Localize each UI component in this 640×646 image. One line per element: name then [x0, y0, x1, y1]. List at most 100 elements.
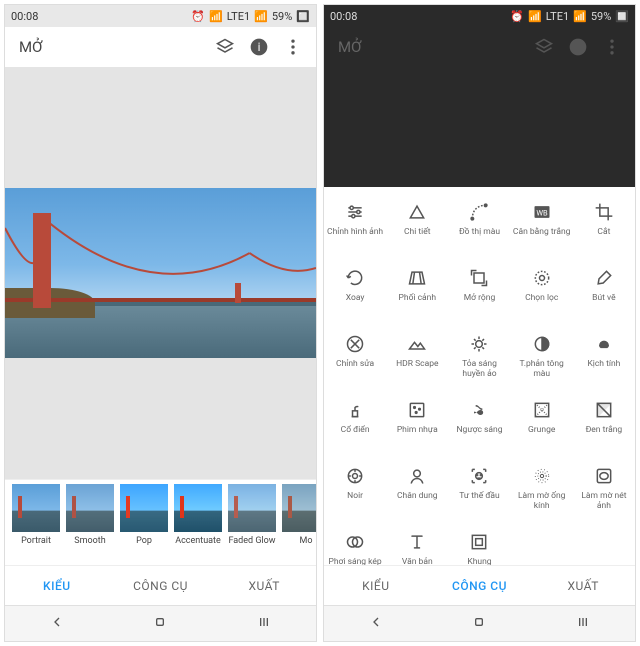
layers-icon[interactable]: [531, 34, 557, 60]
tool-wb[interactable]: WBCân bằng trắng: [511, 197, 573, 259]
filter-strip[interactable]: Portrait Smooth Pop Accentuate Faded Glo…: [5, 479, 316, 565]
tool-label: Chọn lọc: [525, 294, 558, 304]
retrolux-icon: [468, 399, 490, 421]
glow-icon: [468, 333, 490, 355]
tab-styles[interactable]: KIỂU: [5, 566, 109, 605]
nav-home-icon[interactable]: [471, 614, 487, 634]
phone-right-tools: 00:08 ⏰📶 LTE1 📶 59% 🔲 MỞ Chỉnh hình ảnhC…: [323, 4, 636, 642]
statusbar-time: 00:08: [330, 10, 357, 23]
info-icon[interactable]: [565, 34, 591, 60]
tool-heal[interactable]: Chỉnh sửa: [324, 329, 386, 391]
crop-icon: [593, 201, 615, 223]
tool-triangle[interactable]: Chi tiết: [386, 197, 448, 259]
tool-bw[interactable]: Đen trắng: [573, 395, 635, 457]
more-icon[interactable]: [280, 34, 306, 60]
filter-item[interactable]: Portrait: [11, 484, 61, 546]
statusbar: 00:08 ⏰📶 LTE1 📶 59% 🔲: [5, 5, 316, 27]
nav-home-icon[interactable]: [152, 614, 168, 634]
tool-label: Kịch tính: [587, 360, 620, 370]
canvas-area-dimmed[interactable]: [324, 67, 635, 187]
tool-curves[interactable]: Đồ thị màu: [448, 197, 510, 259]
tools-panel: Chỉnh hình ảnhChi tiết Đồ thị màu WBCân bằ…: [324, 187, 635, 565]
tool-tune[interactable]: Chỉnh hình ảnh: [324, 197, 386, 259]
tool-double[interactable]: Phơi sáng kép: [324, 527, 386, 565]
curves-icon: [468, 201, 490, 223]
tool-grunge[interactable]: Grunge: [511, 395, 573, 457]
vintage-icon: [344, 399, 366, 421]
tool-crop[interactable]: Cắt: [573, 197, 635, 259]
tool-retrolux[interactable]: Ngược sáng: [448, 395, 510, 457]
tool-perspective[interactable]: Phối cảnh: [386, 263, 448, 325]
tool-label: Ngược sáng: [456, 426, 502, 436]
tool-brush[interactable]: Bút vẽ: [573, 263, 635, 325]
info-icon[interactable]: i: [246, 34, 272, 60]
tool-label: Phối cảnh: [399, 294, 437, 304]
android-navbar: [324, 605, 635, 641]
frame-icon: [468, 531, 490, 553]
tool-label: T.phản tông màu: [513, 360, 571, 380]
nav-back-icon[interactable]: [49, 614, 65, 634]
tool-label: Cổ điển: [341, 426, 370, 436]
open-button[interactable]: MỞ: [19, 38, 204, 56]
android-navbar: [5, 605, 316, 641]
tab-tools[interactable]: CÔNG CỤ: [109, 566, 213, 605]
canvas-area[interactable]: [5, 67, 316, 479]
tool-label: Tư thế đầu: [459, 492, 500, 502]
filter-label: Accentuate: [175, 536, 221, 546]
grunge-icon: [531, 399, 553, 421]
app-header: MỞ i: [5, 27, 316, 67]
filter-item[interactable]: Faded Glow: [227, 484, 277, 546]
tool-headpose[interactable]: Tư thế đầu: [448, 461, 510, 523]
tool-hdr[interactable]: HDR Scape: [386, 329, 448, 391]
tab-tools[interactable]: CÔNG CỤ: [428, 566, 532, 605]
tab-styles[interactable]: KIỂU: [324, 566, 428, 605]
tool-portrait[interactable]: Chân dung: [386, 461, 448, 523]
grainy-icon: [406, 399, 428, 421]
nav-recents-icon[interactable]: [256, 614, 272, 634]
tool-label: Chỉnh hình ảnh: [327, 228, 383, 238]
filter-label: Pop: [136, 536, 152, 546]
app-header: MỞ: [324, 27, 635, 67]
svg-text:WB: WB: [536, 208, 548, 217]
tool-label: Tỏa sáng huyền ảo: [450, 360, 508, 380]
tool-text[interactable]: Văn bản: [386, 527, 448, 565]
statusbar-right: ⏰📶 LTE1 📶 59% 🔲: [191, 10, 310, 23]
selective-icon: [531, 267, 553, 289]
tool-label: Bút vẽ: [592, 294, 615, 304]
filter-item[interactable]: Accentuate: [173, 484, 223, 546]
tool-label: Văn bản: [402, 558, 433, 565]
tool-label: Làm mờ nét ảnh: [575, 492, 633, 512]
tool-label: Khung: [467, 558, 491, 565]
perspective-icon: [406, 267, 428, 289]
tool-grainy[interactable]: Phim nhựa: [386, 395, 448, 457]
brush-icon: [593, 267, 615, 289]
tool-tonal[interactable]: T.phản tông màu: [511, 329, 573, 391]
tool-expand[interactable]: Mở rộng: [448, 263, 510, 325]
tool-vintage[interactable]: Cổ điển: [324, 395, 386, 457]
tool-frame[interactable]: Khung: [448, 527, 510, 565]
tool-label: Mở rộng: [464, 294, 496, 304]
nav-recents-icon[interactable]: [575, 614, 591, 634]
tool-noir[interactable]: Noir: [324, 461, 386, 523]
portrait-icon: [406, 465, 428, 487]
more-icon[interactable]: [599, 34, 625, 60]
nav-back-icon[interactable]: [368, 614, 384, 634]
double-icon: [344, 531, 366, 553]
tool-lensblur[interactable]: Làm mờ ống kính: [511, 461, 573, 523]
bw-icon: [593, 399, 615, 421]
tool-label: Đồ thị màu: [459, 228, 500, 238]
open-button[interactable]: MỞ: [338, 38, 523, 56]
tool-glow[interactable]: Tỏa sáng huyền ảo: [448, 329, 510, 391]
filter-item[interactable]: Mo: [281, 484, 316, 546]
tab-export[interactable]: XUẤT: [531, 566, 635, 605]
tab-export[interactable]: XUẤT: [212, 566, 316, 605]
filter-item[interactable]: Smooth: [65, 484, 115, 546]
noir-icon: [344, 465, 366, 487]
filter-label: Smooth: [74, 536, 105, 546]
layers-icon[interactable]: [212, 34, 238, 60]
tool-selective[interactable]: Chọn lọc: [511, 263, 573, 325]
filter-item[interactable]: Pop: [119, 484, 169, 546]
tool-rotate[interactable]: Xoay: [324, 263, 386, 325]
tool-vignette[interactable]: Làm mờ nét ảnh: [573, 461, 635, 523]
tool-drama[interactable]: Kịch tính: [573, 329, 635, 391]
